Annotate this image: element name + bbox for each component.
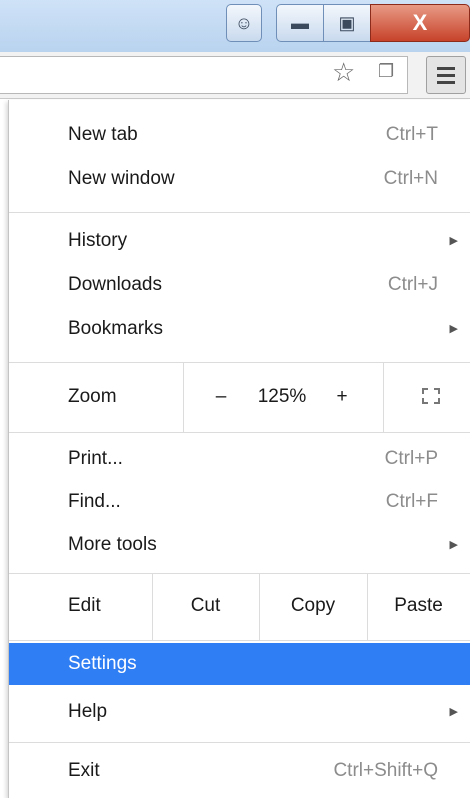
menu-item-more-tools[interactable]: More tools ▶: [9, 526, 470, 564]
menu-item-help[interactable]: Help ▶: [9, 693, 470, 731]
close-icon: X: [412, 10, 428, 35]
edit-label: Edit: [68, 595, 101, 616]
menu-separator: [9, 432, 470, 433]
copy-button[interactable]: Copy: [259, 581, 367, 631]
extension-icon[interactable]: ❐: [378, 62, 394, 80]
submenu-arrow-icon: ▶: [449, 235, 458, 247]
hamburger-menu-icon: [437, 66, 455, 70]
menu-item-find[interactable]: Find... Ctrl+F: [9, 483, 470, 521]
menu-item-bookmarks[interactable]: Bookmarks ▶: [9, 310, 470, 348]
menu-separator: [9, 742, 470, 743]
title-bar: ☺ ▬ ▣ X: [0, 0, 470, 52]
menu-item-settings[interactable]: Settings: [9, 643, 470, 685]
submenu-arrow-icon: ▶: [449, 706, 458, 718]
menu-item-exit[interactable]: Exit Ctrl+Shift+Q: [9, 752, 470, 790]
menu-item-print[interactable]: Print... Ctrl+P: [9, 440, 470, 478]
chrome-menu: New tab Ctrl+T New window Ctrl+N History…: [8, 100, 470, 798]
profile-button[interactable]: ☺: [226, 4, 262, 42]
browser-toolbar: ☆ ❐: [0, 52, 470, 99]
menu-item-downloads[interactable]: Downloads Ctrl+J: [9, 266, 470, 304]
zoom-in-button[interactable]: +: [317, 372, 367, 422]
maximize-button[interactable]: ▣: [323, 4, 371, 42]
submenu-arrow-icon: ▶: [449, 539, 458, 551]
maximize-icon: ▣: [338, 13, 356, 33]
menu-item-new-tab[interactable]: New tab Ctrl+T: [9, 116, 470, 154]
fullscreen-icon[interactable]: [422, 388, 440, 404]
paste-button[interactable]: Paste: [367, 581, 470, 631]
close-button[interactable]: X: [370, 4, 470, 42]
menu-separator: [9, 640, 470, 641]
zoom-out-button[interactable]: –: [195, 372, 247, 422]
menu-item-history[interactable]: History ▶: [9, 222, 470, 260]
submenu-arrow-icon: ▶: [449, 323, 458, 335]
menu-separator: [9, 212, 470, 213]
cut-button[interactable]: Cut: [152, 581, 259, 631]
star-icon[interactable]: ☆: [332, 59, 355, 85]
zoom-label: Zoom: [68, 386, 117, 407]
zoom-level-value: 125%: [257, 386, 307, 407]
person-icon: ☺: [234, 13, 254, 33]
minimize-button[interactable]: ▬: [276, 4, 324, 42]
menu-item-new-window[interactable]: New window Ctrl+N: [9, 160, 470, 198]
chrome-menu-button[interactable]: [426, 56, 466, 94]
minimize-icon: ▬: [291, 13, 309, 33]
menu-separator: [9, 573, 470, 574]
menu-separator: [9, 362, 470, 363]
